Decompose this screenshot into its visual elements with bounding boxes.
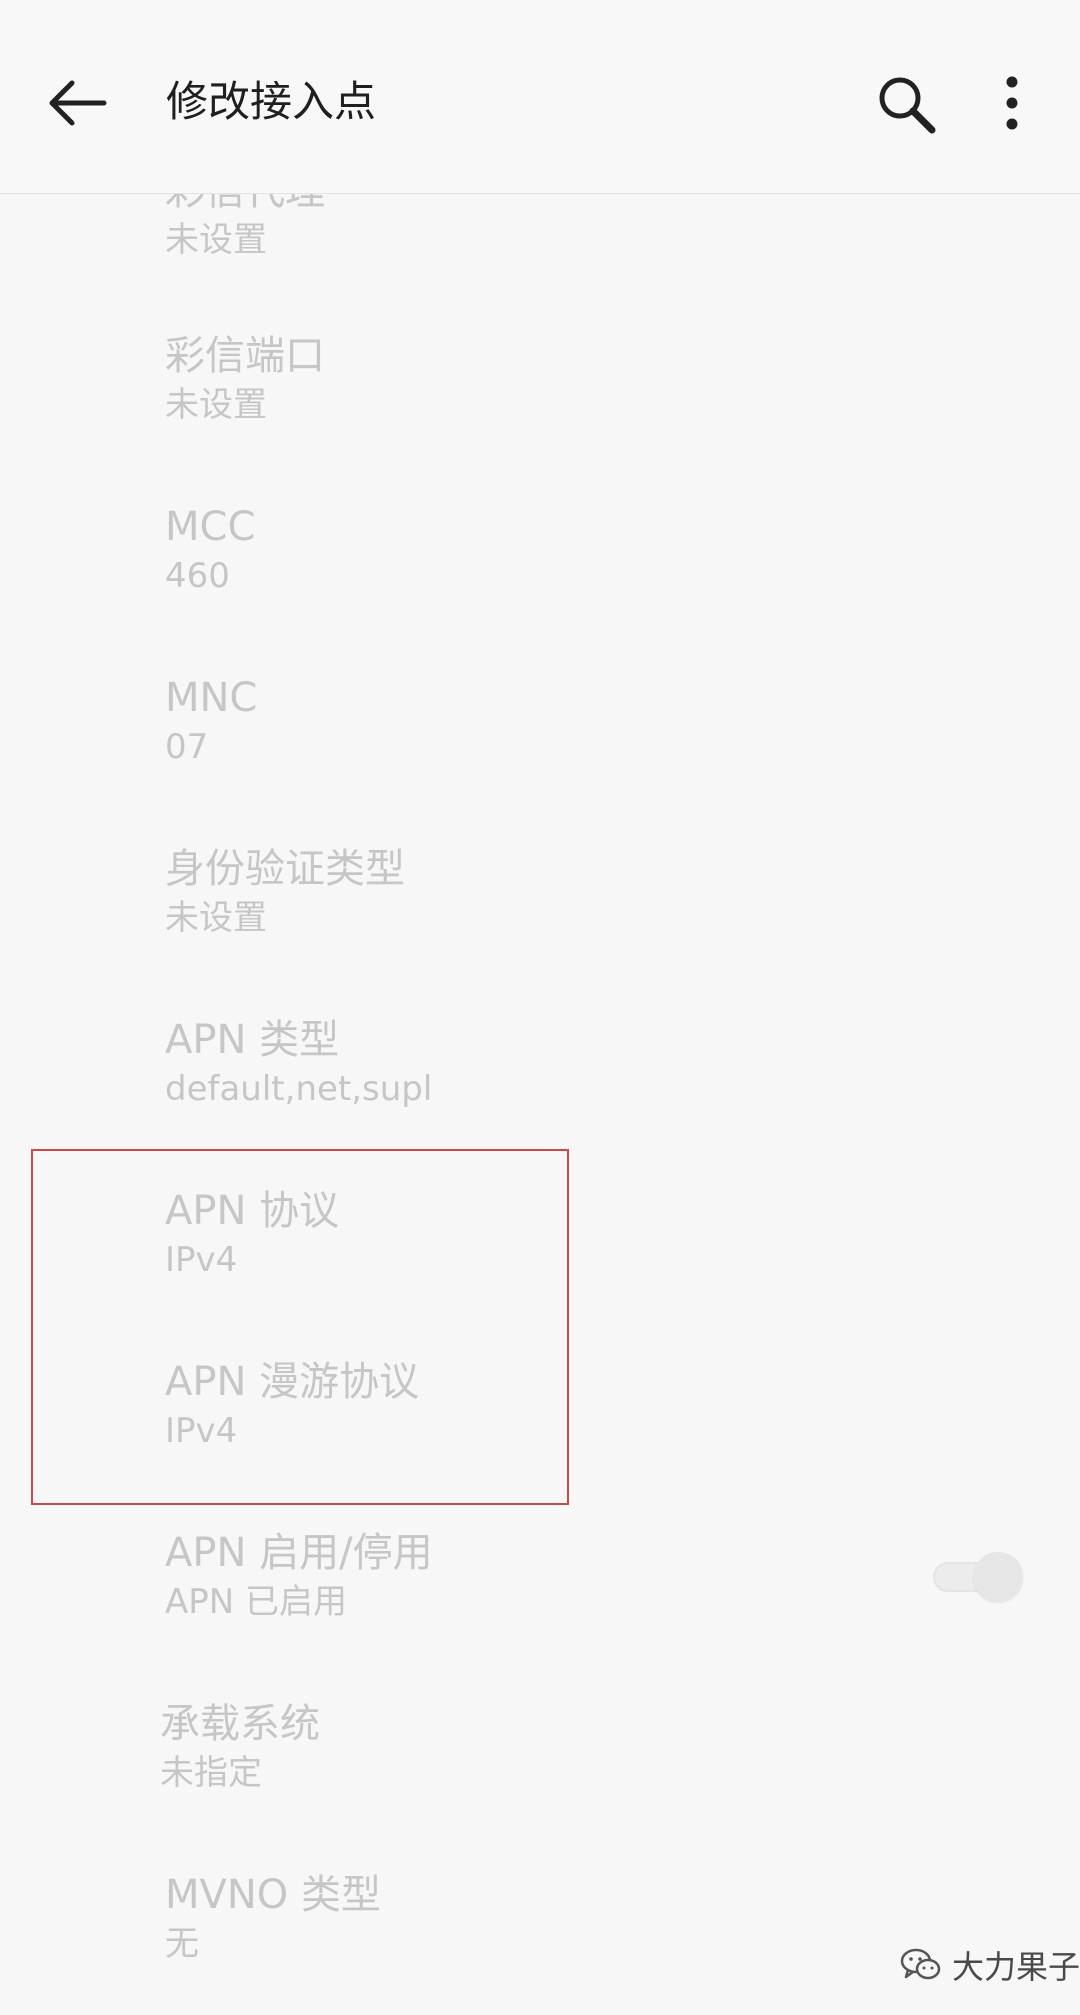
- apn-enable-toggle[interactable]: [933, 1552, 1023, 1602]
- list-item-apn-roaming-protocol[interactable]: APN 漫游协议 IPv4: [0, 1355, 1080, 1527]
- list-item-summary: IPv4: [165, 1240, 238, 1280]
- search-icon: [879, 77, 936, 134]
- list-item-title: APN 漫游协议: [165, 1359, 420, 1405]
- list-item-title: 彩信代理: [165, 194, 325, 218]
- back-button[interactable]: [38, 63, 118, 143]
- list-item-summary: 460: [165, 556, 230, 596]
- apn-settings-list: 彩信代理 未设置 彩信端口 未设置 MCC 460 MNC 07 身份验证类型 …: [0, 194, 1080, 2015]
- list-item-title: 承载系统: [160, 1701, 320, 1747]
- list-item-title: APN 协议: [165, 1188, 340, 1234]
- list-item-title: MVNO 类型: [165, 1872, 381, 1918]
- list-item-summary: IPv4: [165, 1411, 238, 1451]
- app-bar: 修改接入点: [0, 0, 1080, 194]
- list-item-apn-type[interactable]: APN 类型 default,net,supl: [0, 1013, 1080, 1185]
- more-vert-icon: [1006, 76, 1018, 130]
- more-options-button[interactable]: [990, 66, 1034, 146]
- list-item-title: APN 类型: [165, 1017, 340, 1063]
- list-item-summary: 无: [165, 1924, 199, 1964]
- list-item-bearer[interactable]: 承载系统 未指定: [0, 1697, 1080, 1869]
- page-title: 修改接入点: [166, 77, 377, 126]
- list-item-title: 彩信端口: [165, 333, 325, 379]
- toggle-thumb: [973, 1552, 1023, 1602]
- search-button[interactable]: [868, 66, 948, 146]
- list-item-mcc[interactable]: MCC 460: [0, 500, 1080, 672]
- watermark: 大力果子: [900, 1935, 1080, 1995]
- list-item-apn-enable[interactable]: APN 启用/停用 APN 已启用: [0, 1526, 1080, 1698]
- list-item-mms-proxy[interactable]: 彩信代理 未设置: [0, 194, 1080, 336]
- list-item-summary: APN 已启用: [165, 1582, 348, 1622]
- list-item-mnc[interactable]: MNC 07: [0, 671, 1080, 843]
- list-item-auth-type[interactable]: 身份验证类型 未设置: [0, 842, 1080, 1014]
- list-item-apn-protocol[interactable]: APN 协议 IPv4: [0, 1184, 1080, 1356]
- watermark-text: 大力果子: [952, 1948, 1080, 1986]
- list-item-summary: 07: [165, 727, 209, 767]
- list-item-title: MCC: [165, 504, 256, 550]
- list-item-summary: 未设置: [165, 898, 267, 938]
- list-item-summary: 未设置: [165, 385, 267, 425]
- list-item-title: 身份验证类型: [165, 846, 405, 892]
- list-item-summary: 未设置: [165, 220, 267, 260]
- arrow-left-icon: [49, 80, 107, 126]
- list-item-title: APN 启用/停用: [165, 1530, 433, 1576]
- wechat-icon: [900, 1948, 941, 1980]
- list-item-title: MNC: [165, 675, 258, 721]
- list-item-summary: 未指定: [160, 1753, 262, 1793]
- list-item-mms-port[interactable]: 彩信端口 未设置: [0, 329, 1080, 501]
- list-item-summary: default,net,supl: [165, 1069, 433, 1109]
